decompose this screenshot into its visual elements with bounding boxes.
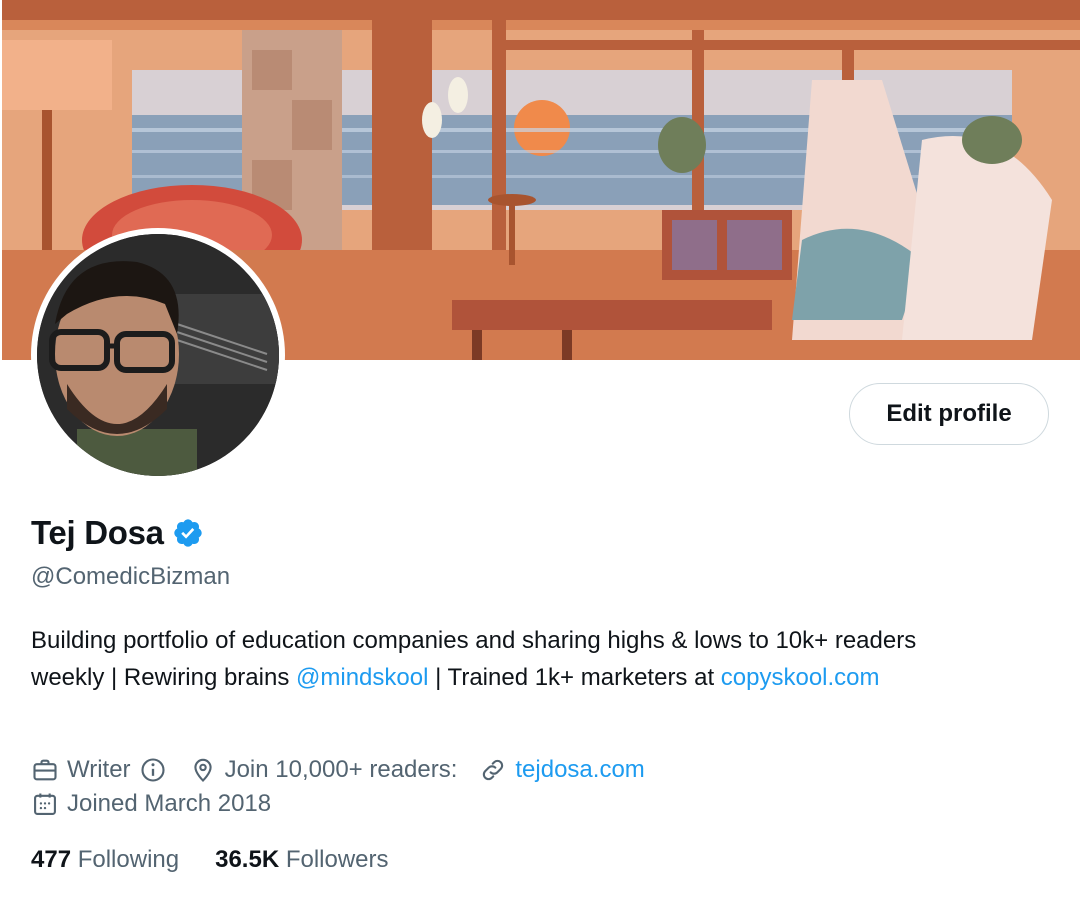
following-link[interactable]: 477 Following <box>31 846 179 874</box>
followers-count: 36.5K <box>215 846 280 873</box>
edit-profile-button[interactable]: Edit profile <box>849 383 1049 445</box>
joined-label: Joined March 2018 <box>67 790 272 817</box>
calendar-icon <box>34 793 56 815</box>
profession-item: Writer <box>31 756 167 784</box>
bio-url-link[interactable]: copyskool.com <box>721 664 880 691</box>
location-item: Join 10,000+ readers: <box>189 756 458 784</box>
follow-stats: 477 Following 36.5K Followers <box>31 846 425 874</box>
location-pin-icon <box>193 758 212 782</box>
profile-meta-row: Writer Join 10,000+ readers: tejdosa.com <box>31 756 667 784</box>
user-handle: @ComedicBizman <box>31 563 231 590</box>
avatar-container[interactable] <box>31 228 285 482</box>
website-link[interactable]: tejdosa.com <box>515 756 644 784</box>
followers-link[interactable]: 36.5K Followers <box>215 846 388 874</box>
avatar-photo <box>37 234 279 476</box>
location-label: Join 10,000+ readers: <box>224 756 458 783</box>
link-icon <box>483 759 504 781</box>
joined-item: Joined March 2018 <box>31 790 271 818</box>
profession-label: Writer <box>67 756 131 783</box>
verified-badge-icon[interactable] <box>172 517 204 549</box>
following-count: 477 <box>31 846 72 873</box>
info-icon[interactable] <box>139 756 167 784</box>
joined-row: Joined March 2018 <box>31 790 293 818</box>
website-item[interactable]: tejdosa.com <box>479 756 645 784</box>
bio-text-2: | Trained 1k+ marketers at <box>428 664 721 691</box>
briefcase-icon <box>33 759 57 781</box>
profile-bio: Building portfolio of education companie… <box>31 622 991 696</box>
name-row: Tej Dosa <box>31 514 204 552</box>
avatar[interactable] <box>37 234 279 476</box>
following-label: Following <box>77 846 180 873</box>
display-name: Tej Dosa <box>31 514 164 551</box>
followers-label: Followers <box>285 846 389 873</box>
bio-mention-link[interactable]: @mindskool <box>296 664 428 691</box>
